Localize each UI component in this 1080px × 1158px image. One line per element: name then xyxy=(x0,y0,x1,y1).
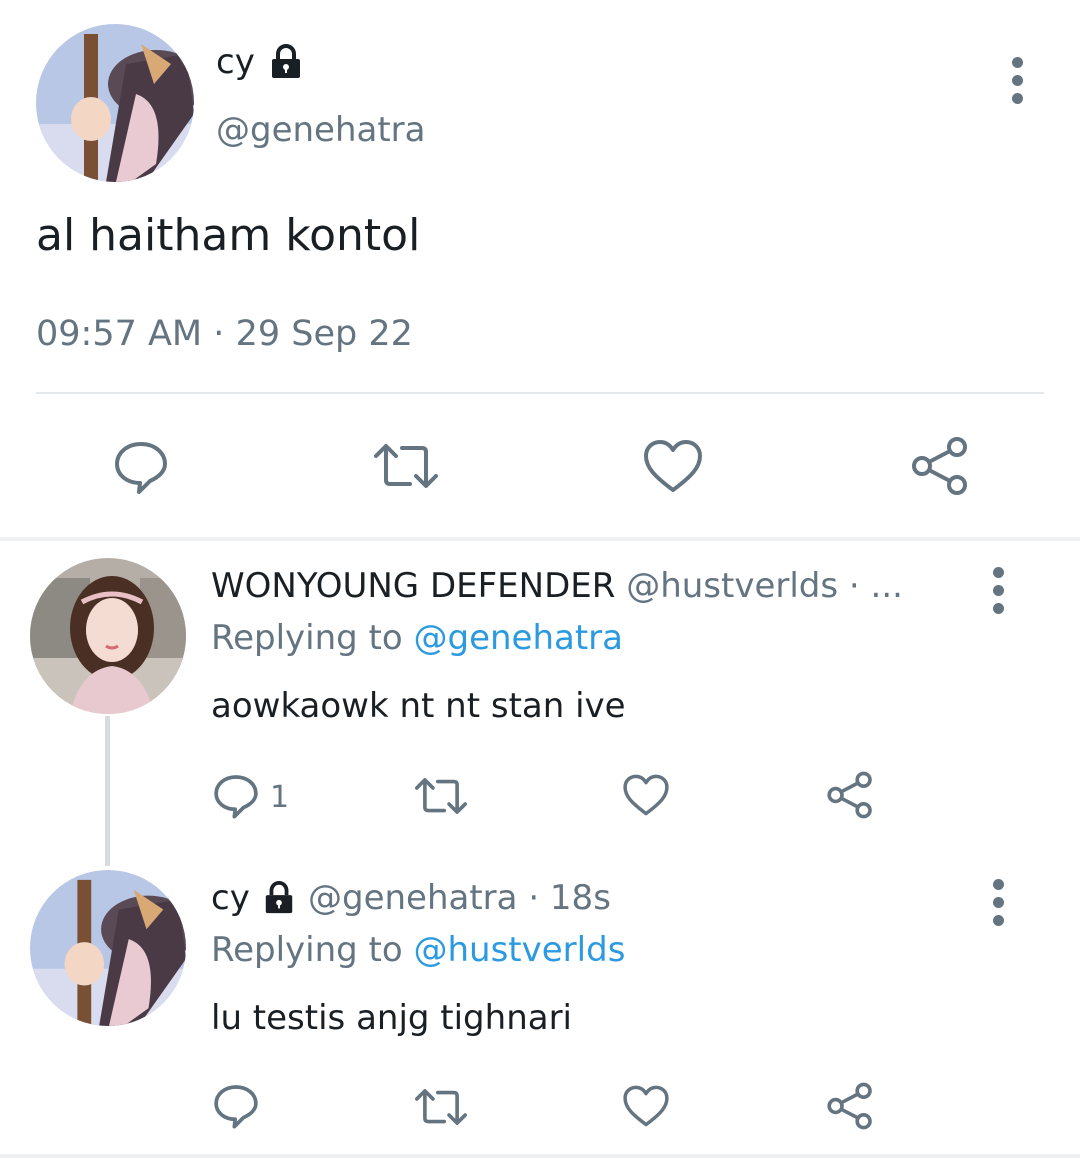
author-handle: @genehatra xyxy=(308,878,518,918)
like-icon[interactable] xyxy=(642,438,704,494)
reply-text: aowkaowk nt nt stan ive xyxy=(211,686,626,726)
author-handle: @genehatra xyxy=(216,110,426,150)
replying-to: Replying to @hustverlds xyxy=(211,930,625,970)
reply-icon[interactable] xyxy=(212,772,260,820)
tweet-text: al haitham kontol xyxy=(36,210,421,261)
retweet-icon[interactable] xyxy=(412,775,470,817)
replying-handle-link[interactable]: @hustverlds xyxy=(414,930,626,970)
reply-icon[interactable] xyxy=(112,438,170,496)
more-icon[interactable] xyxy=(991,879,1005,926)
like-icon[interactable] xyxy=(622,1084,670,1128)
share-icon[interactable] xyxy=(910,436,970,496)
bottom-divider xyxy=(0,1154,1080,1158)
replying-prefix: Replying to xyxy=(211,930,403,970)
tweet-time: 09:57 AM xyxy=(36,314,203,354)
avatar-reply-1[interactable] xyxy=(30,558,186,714)
author-name: cy xyxy=(216,42,255,82)
meta-ellipsis: · ... xyxy=(848,566,903,606)
like-icon[interactable] xyxy=(622,773,670,817)
timestamp-separator: · xyxy=(213,314,225,354)
reply-count: 1 xyxy=(270,780,290,815)
retweet-icon[interactable] xyxy=(412,1086,470,1128)
lock-icon xyxy=(262,881,296,915)
share-icon[interactable] xyxy=(826,1082,874,1130)
reply-time: · 18s xyxy=(528,878,611,918)
tweet-timestamp: 09:57 AM · 29 Sep 22 xyxy=(36,314,413,354)
retweet-icon[interactable] xyxy=(370,440,442,492)
more-icon[interactable] xyxy=(991,567,1005,614)
thread-line xyxy=(105,716,110,866)
avatar-reply-2[interactable] xyxy=(30,870,186,1026)
author-handle: @hustverlds xyxy=(626,566,839,606)
more-icon[interactable] xyxy=(1010,57,1024,104)
replying-prefix: Replying to xyxy=(211,618,403,658)
reply-text: lu testis anjg tighnari xyxy=(211,998,573,1038)
tweet-date: 29 Sep 22 xyxy=(235,314,413,354)
share-icon[interactable] xyxy=(826,771,874,819)
reply-2-name: cy xyxy=(211,878,250,918)
lock-icon xyxy=(268,44,304,80)
section-separator xyxy=(0,537,1080,541)
display-name: cy xyxy=(216,42,255,82)
reply-icon[interactable] xyxy=(212,1082,260,1130)
replying-handle-link[interactable]: @genehatra xyxy=(414,618,624,658)
reply-2-meta: @genehatra · 18s xyxy=(308,878,611,918)
divider xyxy=(36,392,1044,394)
replying-to: Replying to @genehatra xyxy=(211,618,623,658)
reply-1-header: WONYOUNG DEFENDER @hustverlds · ... xyxy=(211,566,903,606)
avatar-main[interactable] xyxy=(36,24,194,182)
display-name: WONYOUNG DEFENDER xyxy=(211,566,616,606)
